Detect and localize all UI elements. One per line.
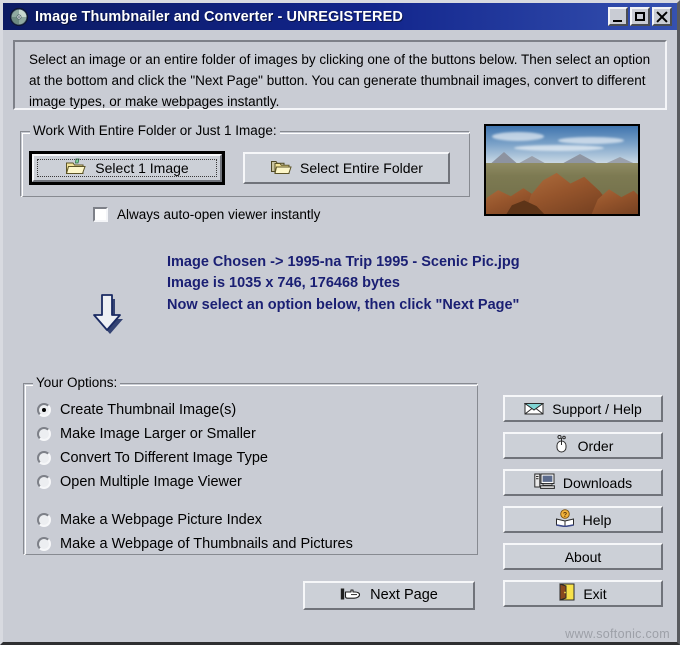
exit-button[interactable]: Exit [503,580,663,607]
open-door-icon [559,583,575,604]
option-label: Make Image Larger or Smaller [60,426,256,442]
downloads-label: Downloads [562,474,633,491]
support-help-label: Support / Help [552,400,642,417]
option-webpage-picture-index[interactable]: Make a Webpage Picture Index [37,508,353,532]
option-open-multiple-viewer[interactable]: Open Multiple Image Viewer [37,470,353,494]
instructions-panel: Select an image or an entire folder of i… [13,40,667,110]
next-page-button[interactable]: Next Page [303,581,475,610]
close-button[interactable] [652,7,672,26]
radio-indicator[interactable] [37,427,51,441]
radio-indicator[interactable] [37,513,51,527]
image-preview-thumbnail [484,124,640,216]
radio-indicator[interactable] [37,451,51,465]
status-line-image-chosen: Image Chosen -> 1995-na Trip 1995 - Scen… [167,254,520,270]
down-arrow-icon [82,285,132,337]
auto-open-viewer-label: Always auto-open viewer instantly [117,207,321,222]
work-with-group-title: Work With Entire Folder or Just 1 Image: [30,123,280,138]
about-button[interactable]: About [503,543,663,570]
envelope-icon [523,400,545,418]
order-label: Order [577,437,614,454]
title-bar[interactable]: Image Thumbnailer and Converter - UNREGI… [3,3,677,30]
select-1-image-button[interactable]: Select 1 Image [29,151,225,185]
status-line-next-step: Now select an option below, then click "… [167,296,520,313]
folders-stack-icon [270,158,292,179]
select-entire-folder-button[interactable]: Select Entire Folder [243,152,450,184]
status-message-block: Image Chosen -> 1995-na Trip 1995 - Scen… [167,252,520,316]
support-help-button[interactable]: Support / Help [503,395,663,422]
order-button[interactable]: Order [503,432,663,459]
option-resize-image[interactable]: Make Image Larger or Smaller [37,422,353,446]
window-controls [608,7,672,26]
option-create-thumbnails[interactable]: Create Thumbnail Image(s) [37,398,353,422]
options-radio-list: Create Thumbnail Image(s) Make Image Lar… [37,398,353,556]
mouse-icon [553,434,570,456]
window-title: Image Thumbnailer and Converter - UNREGI… [35,8,403,25]
instructions-text: Select an image or an entire folder of i… [29,52,651,109]
option-label: Create Thumbnail Image(s) [60,402,237,418]
status-line-image-size: Image is 1035 x 746, 176468 bytes [167,275,400,292]
auto-open-viewer-checkbox[interactable] [93,207,108,222]
open-book-question-icon: ? [555,509,575,530]
radio-indicator[interactable] [37,537,51,551]
select-entire-folder-label: Select Entire Folder [300,160,423,176]
exit-label: Exit [583,585,607,602]
preview-cloud [492,132,544,141]
help-label: Help [582,511,612,528]
watermark: www.softonic.com [565,627,670,641]
downloads-button[interactable]: Downloads [503,469,663,496]
option-webpage-thumbnails-pictures[interactable]: Make a Webpage of Thumbnails and Picture… [37,532,353,556]
minimize-button[interactable] [608,7,628,26]
preview-cloud [514,145,604,151]
option-label: Open Multiple Image Viewer [60,474,242,490]
about-label: About [564,548,602,565]
select-1-image-label: Select 1 Image [95,160,189,176]
cd-disc-icon [9,7,29,27]
your-options-group-title: Your Options: [33,375,121,390]
auto-open-viewer-checkbox-row[interactable]: Always auto-open viewer instantly [93,207,320,222]
maximize-button[interactable] [630,7,650,26]
svg-text:?: ? [562,512,566,519]
preview-cloud [558,137,624,144]
radio-indicator[interactable] [37,475,51,489]
computer-icon [534,472,555,493]
select-1-image-button-face[interactable]: Select 1 Image [32,154,222,182]
option-label: Convert To Different Image Type [60,450,268,466]
option-label: Make a Webpage Picture Index [60,512,263,528]
open-folder-icon [65,158,87,179]
application-window: Image Thumbnailer and Converter - UNREGI… [0,0,680,645]
help-button[interactable]: ? Help [503,506,663,533]
radio-indicator[interactable] [37,403,51,417]
pointing-hand-icon [340,586,362,606]
option-convert-type[interactable]: Convert To Different Image Type [37,446,353,470]
next-page-label: Next Page [370,587,438,604]
option-label: Make a Webpage of Thumbnails and Picture… [60,536,353,552]
